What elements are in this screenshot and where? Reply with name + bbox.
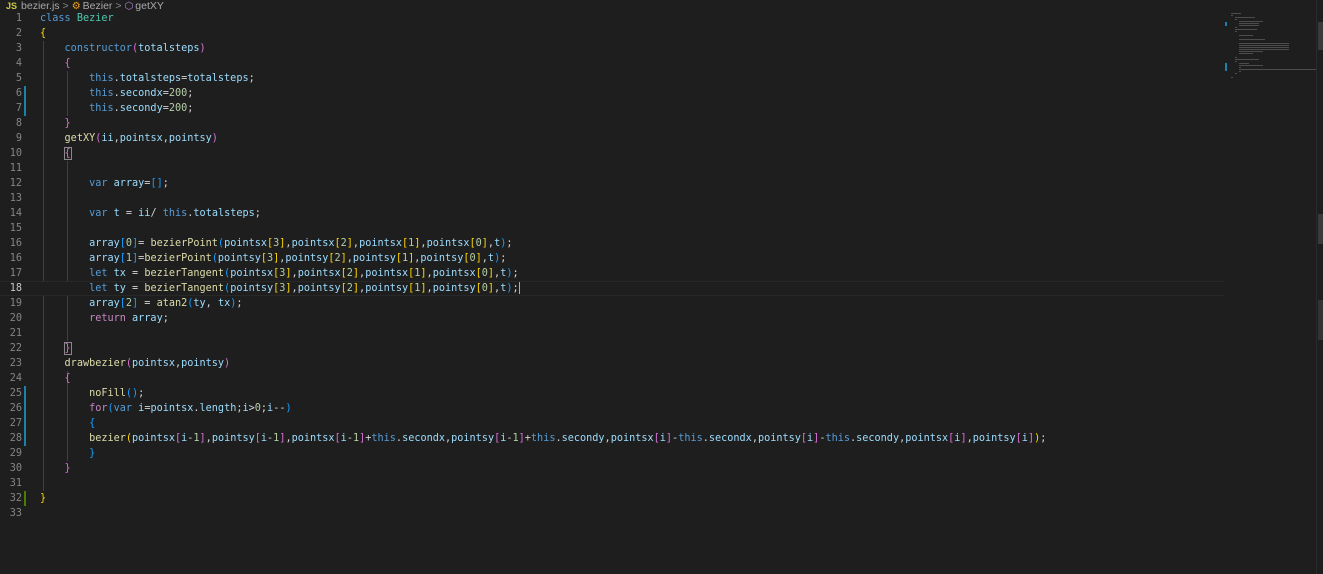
code-line: 32} <box>9 493 47 504</box>
code-line: 11 <box>9 163 22 174</box>
code-line: 19 array[2] = atan2(ty, tx); <box>9 298 243 309</box>
code-line-current: 18 let ty = bezierTangent(pointsy[3],poi… <box>0 281 1225 296</box>
code-line: 5 this.totalsteps=totalsteps; <box>15 73 255 84</box>
code-line: 20 return array; <box>9 313 169 324</box>
code-line: 23 drawbezier(pointsx,pointsy) <box>9 358 231 369</box>
code-line: 30 } <box>9 463 71 474</box>
scrollbar-cursor-marker <box>1318 214 1323 244</box>
code-line: 28 bezier(pointsx[i-1],pointsy[i-1],poin… <box>9 433 1047 444</box>
code-line: 12 var array=[]; <box>9 178 169 189</box>
code-line: 29 } <box>9 448 96 459</box>
code-line: 31 <box>9 478 22 489</box>
code-line: 25 noFill(); <box>9 388 145 399</box>
code-line: 1616 array[1]=bezierPoint(pointsy[3],poi… <box>9 253 507 264</box>
code-line: 3 constructor(totalsteps) <box>15 43 206 54</box>
code-line: 27 { <box>9 418 96 429</box>
code-line: 6 this.secondx=200; <box>15 88 194 99</box>
scrollbar-thumb[interactable] <box>1318 22 1323 50</box>
code-line: 22 } <box>9 342 72 355</box>
code-line: 15 <box>9 223 22 234</box>
code-line: 24 { <box>9 373 71 384</box>
code-line: 21 <box>9 328 22 339</box>
code-line: 10 { <box>9 147 72 160</box>
code-line: 33 <box>9 508 22 519</box>
code-line: 4 { <box>15 58 71 69</box>
code-line: 16 array[0]= bezierPoint(pointsx[3],poin… <box>9 238 513 249</box>
code-line: 17 let tx = bezierTangent(pointsx[3],poi… <box>9 268 519 279</box>
code-line: 26 for(var i=pointsx.length;i>0;i--) <box>9 403 292 414</box>
code-line: 7 this.secondy=200; <box>15 103 194 114</box>
code-line: 14 var t = ii/ this.totalsteps; <box>9 208 261 219</box>
code-line: 8 } <box>15 118 71 129</box>
scrollbar-marker <box>1318 300 1323 340</box>
code-editor[interactable]: 1 class Bezier 2{ 3 constructor(totalstep… <box>0 11 1225 574</box>
minimap[interactable] <box>1225 11 1319 574</box>
javascript-file-icon: JS <box>6 1 18 11</box>
code-line: 1 class Bezier <box>15 13 114 24</box>
text-cursor <box>518 282 520 294</box>
code-line: 13 <box>9 193 22 204</box>
code-line: 2{ <box>15 28 47 39</box>
code-line: 9 getXY(ii,pointsx,pointsy) <box>15 133 218 144</box>
vertical-scrollbar[interactable] <box>1316 0 1323 574</box>
